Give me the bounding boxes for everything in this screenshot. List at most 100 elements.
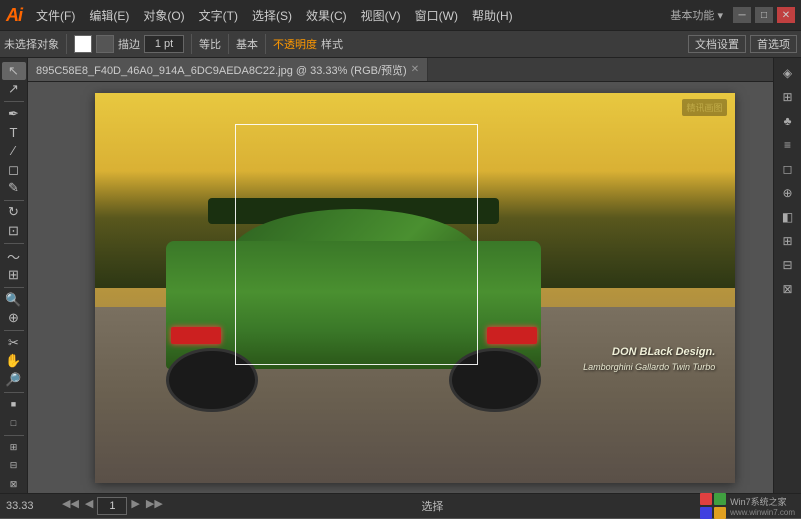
prev-page-button[interactable]: ◀ — [83, 497, 95, 515]
tool-divider-7 — [4, 435, 24, 436]
win7-text: Win7系统之家 www.winwin7.com — [730, 495, 795, 517]
nav-arrows: ◀◀ ◀ ▶ ▶▶ — [60, 497, 165, 515]
zoom-tool[interactable]: 🔎 — [2, 371, 26, 389]
close-button[interactable]: ✕ — [777, 7, 795, 23]
paintbrush-tool[interactable]: ✎ — [2, 179, 26, 197]
scale-tool[interactable]: ⊡ — [2, 222, 26, 240]
warp-tool[interactable]: 〜 — [2, 247, 26, 266]
free-transform-tool[interactable]: ⊞ — [2, 267, 26, 285]
opt-divider-2 — [191, 34, 192, 54]
fill-color-swatch[interactable]: ■ — [2, 395, 26, 413]
win7-logo-icon — [700, 493, 726, 519]
document-tab[interactable]: 895C58E8_F40D_46A0_914A_6DC9AEDA8C22.jpg… — [28, 58, 428, 81]
first-page-button[interactable]: ◀◀ — [60, 497, 81, 515]
scale-label: 等比 — [199, 36, 221, 52]
menu-object[interactable]: 对象(O) — [137, 5, 190, 26]
no-selection-label: 未选择对象 — [4, 36, 59, 52]
tool-divider-1 — [4, 101, 24, 102]
rear-light-right — [487, 327, 537, 344]
panel-layers-icon[interactable]: ⊠ — [777, 278, 799, 300]
menu-window[interactable]: 窗口(W) — [409, 5, 464, 26]
eyedropper-tool[interactable]: 🔍 — [2, 291, 26, 309]
workspace-label[interactable]: 基本功能 ▾ — [664, 7, 729, 23]
title-bar: Ai 文件(F) 编辑(E) 对象(O) 文字(T) 选择(S) 效果(C) 视… — [0, 0, 801, 30]
menu-file[interactable]: 文件(F) — [30, 5, 81, 26]
canvas-viewport[interactable]: 精讯画图 DON BLack Design. Lamborghini Galla… — [28, 82, 801, 493]
panel-color-icon[interactable]: ◈ — [777, 62, 799, 84]
type-tool[interactable]: T — [2, 124, 26, 142]
status-bar: 33.33 ◀◀ ◀ ▶ ▶▶ 选择 Win7系统之家 www.winwin7.… — [0, 493, 801, 518]
draw-normal-mode[interactable]: ⊞ — [2, 438, 26, 456]
menu-bar: 文件(F) 编辑(E) 对象(O) 文字(T) 选择(S) 效果(C) 视图(V… — [30, 5, 664, 26]
menu-type[interactable]: 文字(T) — [193, 5, 244, 26]
tool-divider-4 — [4, 287, 24, 288]
pen-tool[interactable]: ✒ — [2, 105, 26, 123]
panel-align-icon[interactable]: ◧ — [777, 206, 799, 228]
style-label: 基本 — [236, 36, 258, 52]
selection-tool[interactable]: ↖ — [2, 62, 26, 80]
tab-close-button[interactable]: ✕ — [411, 64, 419, 75]
document-canvas: 精讯画图 DON BLack Design. Lamborghini Galla… — [95, 93, 735, 483]
panel-opacity-icon[interactable]: ⊕ — [777, 182, 799, 204]
status-select-label: 选择 — [169, 498, 696, 514]
preferences-button[interactable]: 首选项 — [750, 35, 797, 53]
win7-site-text: Win7系统之家 — [730, 495, 795, 508]
page-input[interactable] — [97, 497, 127, 515]
stroke-color-swatch[interactable]: □ — [2, 414, 26, 432]
brand-text: DON BLack Design. — [583, 345, 715, 360]
stroke-label: 描边 — [118, 36, 140, 52]
panel-stroke-icon[interactable]: ≡ — [777, 134, 799, 156]
menu-effect[interactable]: 效果(C) — [300, 5, 353, 26]
tool-divider-5 — [4, 330, 24, 331]
direct-selection-tool[interactable]: ↗ — [2, 81, 26, 99]
rotate-tool[interactable]: ↻ — [2, 204, 26, 222]
minimize-button[interactable]: ─ — [733, 7, 751, 23]
scissors-tool[interactable]: ✂ — [2, 334, 26, 352]
fill-box[interactable] — [74, 35, 92, 53]
canvas-area[interactable]: 895C58E8_F40D_46A0_914A_6DC9AEDA8C22.jpg… — [28, 58, 801, 493]
panel-pathfinder-icon[interactable]: ⊟ — [777, 254, 799, 276]
screen-mode[interactable]: ⊠ — [2, 475, 26, 493]
blend-tool[interactable]: ⊕ — [2, 309, 26, 327]
right-panel: ◈ ⊞ ♣ ≡ ◻ ⊕ ◧ ⊞ ⊟ ⊠ — [773, 58, 801, 493]
shape-tool[interactable]: ◻ — [2, 161, 26, 179]
win7-badge: Win7系统之家 www.winwin7.com — [700, 493, 795, 519]
next-page-button[interactable]: ▶ — [129, 497, 141, 515]
tab-bar: 895C58E8_F40D_46A0_914A_6DC9AEDA8C22.jpg… — [28, 58, 801, 82]
panel-transform-icon[interactable]: ⊞ — [777, 230, 799, 252]
menu-edit[interactable]: 编辑(E) — [83, 5, 135, 26]
panel-swatch-icon[interactable]: ⊞ — [777, 86, 799, 108]
line-tool[interactable]: ∕ — [2, 142, 26, 160]
stroke-color-box[interactable] — [96, 35, 114, 53]
car-image — [146, 198, 562, 413]
opt-divider-1 — [66, 34, 67, 54]
panel-gradient-icon[interactable]: ◻ — [777, 158, 799, 180]
last-page-button[interactable]: ▶▶ — [144, 497, 165, 515]
menu-select[interactable]: 选择(S) — [246, 5, 298, 26]
tool-divider-3 — [4, 243, 24, 244]
title-right: 基本功能 ▾ ─ □ ✕ — [664, 7, 795, 23]
zoom-level: 33.33 — [6, 500, 56, 512]
menu-view[interactable]: 视图(V) — [355, 5, 407, 26]
maximize-button[interactable]: □ — [755, 7, 773, 23]
hand-tool[interactable]: ✋ — [2, 352, 26, 370]
tab-filename: 895C58E8_F40D_46A0_914A_6DC9AEDA8C22.jpg… — [36, 62, 407, 78]
rear-light-left — [171, 327, 221, 344]
subtitle-text: Lamborghini Gallardo Twin Turbo — [583, 362, 715, 372]
main-layout: ↖ ↗ ✒ T ∕ ◻ ✎ ↻ ⊡ 〜 ⊞ 🔍 ⊕ ✂ ✋ 🔎 ■ □ ⊞ ⊟ … — [0, 58, 801, 493]
car-brand-overlay: DON BLack Design. Lamborghini Gallardo T… — [583, 345, 715, 373]
doc-settings-button[interactable]: 文档设置 — [688, 35, 746, 53]
opt-divider-4 — [265, 34, 266, 54]
tool-divider-6 — [4, 392, 24, 393]
menu-help[interactable]: 帮助(H) — [466, 5, 519, 26]
opacity-label: 不透明度 — [273, 36, 317, 52]
stroke-width-input[interactable] — [144, 35, 184, 53]
style2-label: 样式 — [321, 36, 343, 52]
options-bar: 未选择对象 描边 等比 基本 不透明度 样式 文档设置 首选项 — [0, 30, 801, 58]
draw-behind-mode[interactable]: ⊟ — [2, 457, 26, 475]
left-toolbar: ↖ ↗ ✒ T ∕ ◻ ✎ ↻ ⊡ 〜 ⊞ 🔍 ⊕ ✂ ✋ 🔎 ■ □ ⊞ ⊟ … — [0, 58, 28, 493]
win7-url-text: www.winwin7.com — [730, 508, 795, 517]
panel-brush-icon[interactable]: ♣ — [777, 110, 799, 132]
watermark-text: 精讯画图 — [682, 99, 726, 116]
tool-divider-2 — [4, 200, 24, 201]
